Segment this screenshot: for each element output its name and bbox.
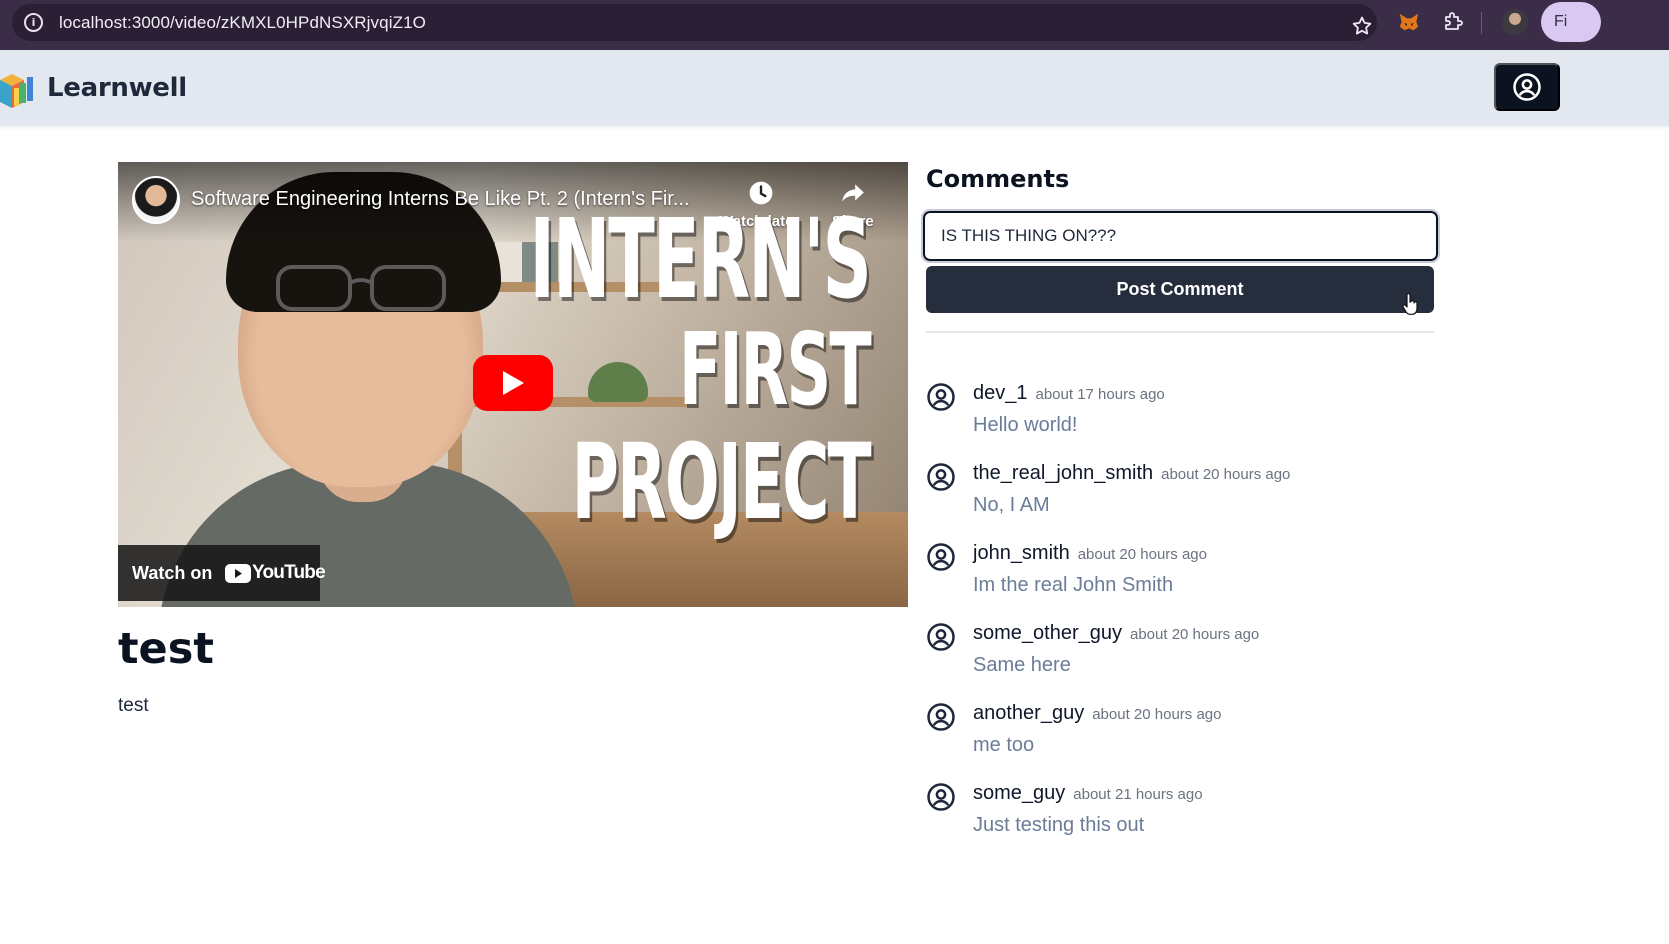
comment-author[interactable]: another_guy bbox=[973, 702, 1084, 724]
user-circle-icon bbox=[1513, 73, 1541, 101]
watch-on-youtube-button[interactable]: Watch on YouTube bbox=[118, 545, 326, 601]
app-header: Learnwell bbox=[0, 50, 1669, 126]
browser-profile-avatar[interactable] bbox=[1502, 9, 1528, 35]
user-menu-button[interactable] bbox=[1494, 63, 1560, 111]
glasses-graphic bbox=[276, 265, 446, 311]
user-avatar-icon bbox=[927, 703, 955, 731]
comment-header: the_real_john_smith about 20 hours ago bbox=[973, 462, 1290, 485]
comment-author[interactable]: dev_1 bbox=[973, 382, 1028, 404]
comment-body: Same here bbox=[973, 654, 1071, 676]
comment-body: Just testing this out bbox=[973, 814, 1145, 836]
browser-toolbar: i localhost:3000/video/zKMXL0HPdNSXRjvqi… bbox=[0, 0, 1669, 50]
brand-name[interactable]: Learnwell bbox=[47, 73, 187, 103]
comment-header: another_guy about 20 hours ago bbox=[973, 702, 1221, 725]
comment-item: some_other_guy about 20 hours ago Same he… bbox=[926, 620, 1446, 695]
learnwell-logo-icon[interactable] bbox=[0, 71, 36, 109]
comments-heading: Comments bbox=[926, 165, 1070, 193]
comments-divider bbox=[926, 331, 1434, 333]
play-icon bbox=[503, 371, 524, 395]
hand-cursor-icon bbox=[1402, 293, 1418, 315]
youtube-embed[interactable]: Software Engineering Interns Be Like Pt.… bbox=[118, 162, 908, 607]
comment-item: the_real_john_smith about 20 hours ago No… bbox=[926, 460, 1446, 535]
comment-time: about 20 hours ago bbox=[1161, 466, 1291, 483]
metamask-extension-icon[interactable] bbox=[1398, 11, 1420, 33]
user-avatar-icon bbox=[927, 463, 955, 491]
comment-item: john_smith about 20 hours ago Im the real… bbox=[926, 540, 1446, 615]
comment-body: me too bbox=[973, 734, 1035, 756]
comment-item: some_guy about 21 hours ago Just testing … bbox=[926, 780, 1446, 855]
comment-time: about 21 hours ago bbox=[1073, 786, 1203, 803]
comment-input[interactable] bbox=[921, 209, 1440, 263]
comment-body: Hello world! bbox=[973, 414, 1078, 436]
comment-time: about 17 hours ago bbox=[1035, 386, 1165, 403]
user-avatar-icon bbox=[927, 383, 955, 411]
channel-avatar[interactable] bbox=[132, 176, 180, 224]
comment-time: about 20 hours ago bbox=[1129, 626, 1260, 643]
profile-chip[interactable]: Fi bbox=[1541, 2, 1601, 42]
user-avatar-icon bbox=[927, 623, 955, 651]
address-bar[interactable]: i localhost:3000/video/zKMXL0HPdNSXRjvqi… bbox=[12, 4, 1377, 41]
video-heading: test bbox=[118, 624, 214, 674]
video-description: test bbox=[118, 695, 149, 716]
post-comment-button[interactable]: Post Comment bbox=[926, 266, 1434, 313]
youtube-wordmark: YouTube bbox=[252, 562, 326, 583]
comment-time: about 20 hours ago bbox=[1077, 546, 1207, 563]
user-avatar-icon bbox=[927, 543, 955, 571]
comment-author[interactable]: the_real_john_smith bbox=[973, 462, 1153, 484]
comment-author[interactable]: some_guy bbox=[973, 782, 1065, 804]
comment-author[interactable]: some_other_guy bbox=[973, 622, 1122, 644]
user-avatar-icon bbox=[927, 783, 955, 811]
comment-header: some_guy about 21 hours ago bbox=[973, 782, 1203, 805]
play-button[interactable] bbox=[473, 355, 553, 411]
comment-time: about 20 hours ago bbox=[1092, 706, 1222, 723]
comment-item: dev_1 about 17 hours ago Hello world! bbox=[926, 380, 1446, 455]
toolbar-separator bbox=[1481, 12, 1482, 34]
comment-body: Im the real John Smith bbox=[973, 574, 1174, 596]
comment-author[interactable]: john_smith bbox=[973, 542, 1070, 564]
watch-on-label: Watch on bbox=[132, 563, 213, 583]
comment-body: No, I AM bbox=[973, 494, 1050, 516]
bookmark-star-icon[interactable] bbox=[1351, 15, 1373, 37]
thumbnail-overlay-text: FIRST bbox=[679, 311, 872, 428]
site-info-icon[interactable]: i bbox=[24, 13, 43, 32]
extensions-puzzle-icon[interactable] bbox=[1441, 10, 1465, 34]
youtube-logo-icon bbox=[225, 564, 251, 583]
comment-header: dev_1 about 17 hours ago bbox=[973, 382, 1165, 405]
url-text[interactable]: localhost:3000/video/zKMXL0HPdNSXRjvqiZ1… bbox=[59, 13, 426, 33]
comment-header: john_smith about 20 hours ago bbox=[973, 542, 1207, 565]
thumbnail-overlay-text: PROJECT bbox=[571, 421, 872, 543]
comment-header: some_other_guy about 20 hours ago bbox=[973, 622, 1259, 645]
background-plant bbox=[588, 362, 648, 402]
comment-item: another_guy about 20 hours ago me too bbox=[926, 700, 1446, 775]
thumbnail-overlay-text: INTERN'S bbox=[529, 195, 872, 323]
